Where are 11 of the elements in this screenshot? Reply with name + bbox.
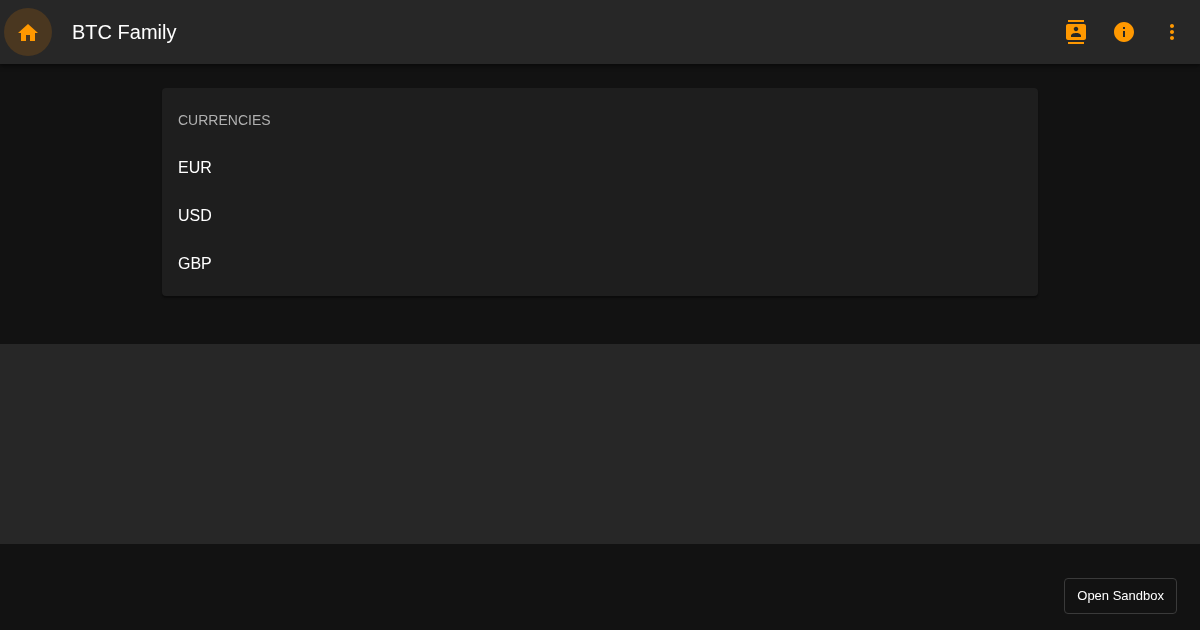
home-icon	[18, 23, 38, 41]
app-title: BTC Family	[72, 20, 177, 45]
home-button[interactable]	[4, 8, 52, 56]
open-sandbox-button[interactable]: Open Sandbox	[1064, 578, 1177, 614]
contact-card-icon	[1066, 20, 1086, 44]
currency-item[interactable]: GBP	[178, 255, 212, 272]
currency-item[interactable]: USD	[178, 207, 212, 224]
currency-item[interactable]: EUR	[178, 159, 212, 176]
list-subheader: CURRENCIES	[178, 112, 271, 128]
more-icon	[1170, 24, 1174, 40]
info-icon	[1114, 22, 1134, 42]
